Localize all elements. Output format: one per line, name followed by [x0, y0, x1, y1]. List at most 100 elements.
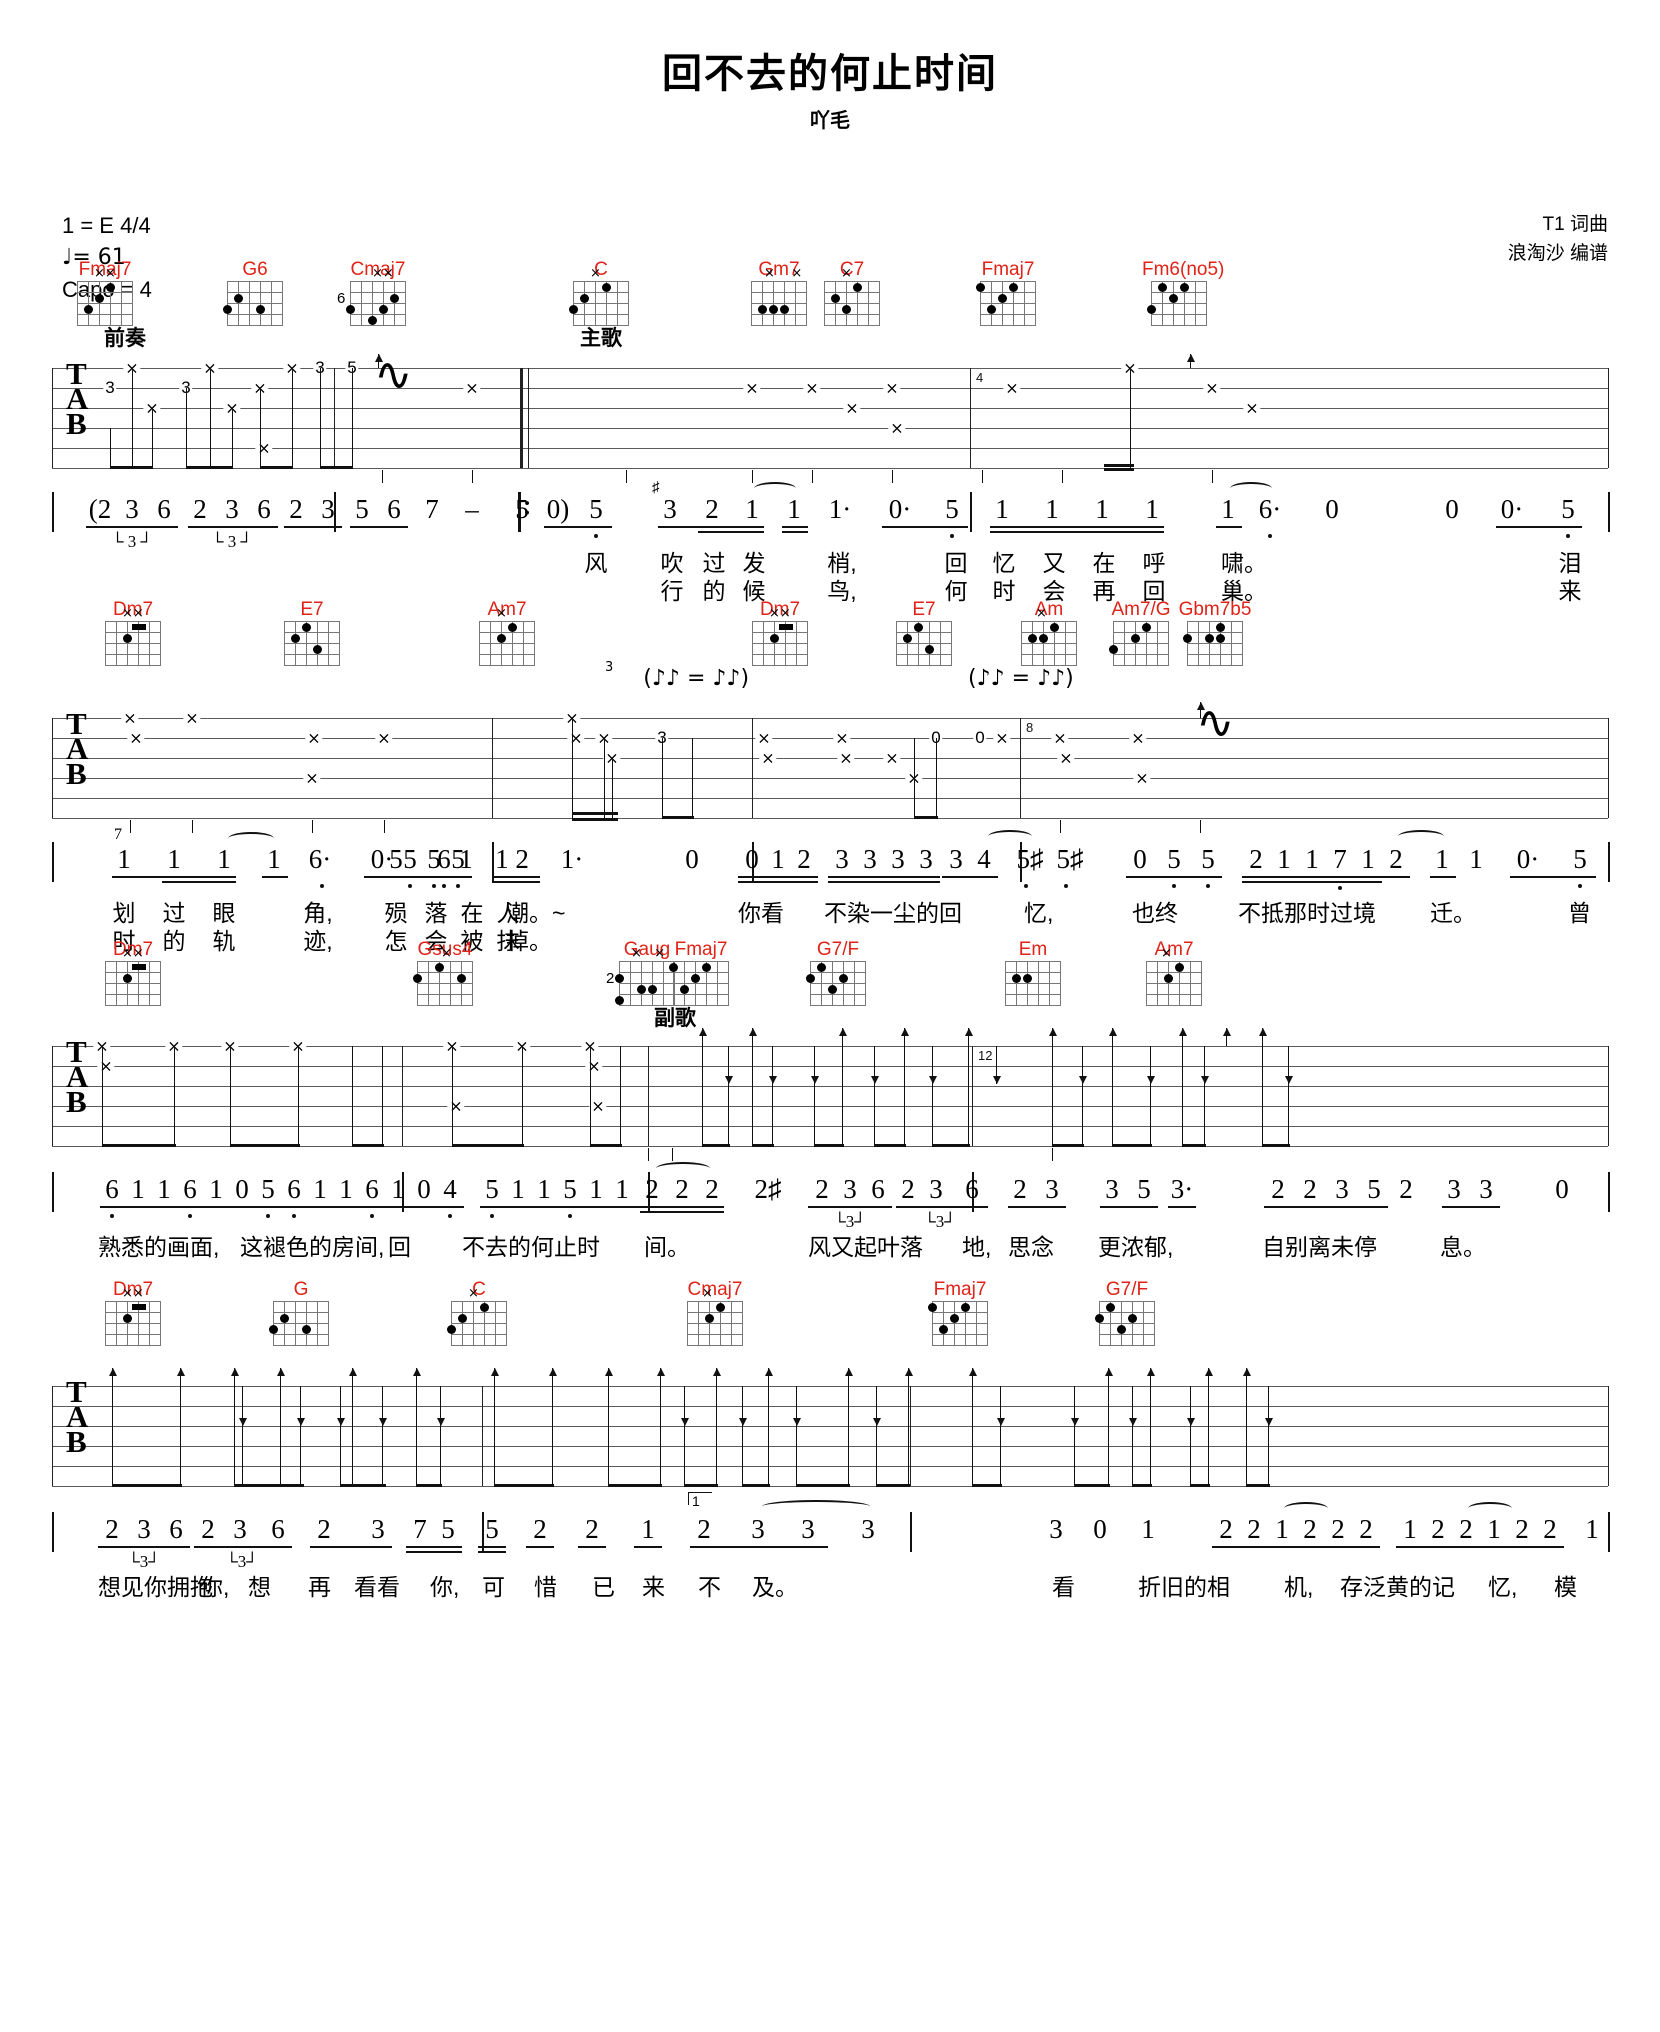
jianpu-note: 6 [105, 1174, 119, 1204]
jianpu-note: 5 [945, 494, 959, 524]
jianpu-note: 4 [443, 1174, 457, 1204]
fretboard-grid [269, 1301, 329, 1346]
jianpu-row-4: 2 3 6 └3┘ 2 3 6 └3┘ 2 3 7 5 5 2 2 1 1 2 … [52, 1492, 1610, 1636]
jianpu-note: 6 [387, 494, 401, 524]
lyric-phrase: 更浓郁, [1098, 1234, 1174, 1260]
fretboard-grid [752, 621, 808, 666]
jianpu-note: 6 [271, 1514, 285, 1544]
fretboard-grid [806, 961, 866, 1006]
jianpu-note: 1 [391, 1174, 405, 1204]
mute-marks: × × [764, 266, 803, 281]
jianpu-note: 7 [425, 494, 439, 524]
jianpu-note: 3 [1479, 1174, 1493, 1204]
jianpu-note: 3· [1170, 1174, 1194, 1204]
jianpu-note: 3 [1045, 1174, 1059, 1204]
chord-diagram-row-4: Dm7 ×× G C × Cmaj7 × Fmaj7 G7/F [0, 1280, 1660, 1386]
chord-label: Fmaj7 [981, 259, 1035, 280]
jianpu-note: 0 [417, 1174, 431, 1204]
strum-up-arrow [1186, 354, 1195, 368]
jianpu-note: 1 [641, 1514, 655, 1544]
jianpu-note: 6 [183, 1174, 197, 1204]
system-4: Dm7 ×× G C × Cmaj7 × Fmaj7 G7/F T A B 2 … [0, 1280, 1660, 1636]
measure-number: 8 [1026, 720, 1034, 735]
fretboard-grid [928, 1301, 988, 1346]
chord-diagram-dm7-4: Dm7 ×× [96, 1280, 170, 1351]
jianpu-note: 5 [1137, 1174, 1151, 1204]
lyric-phrase: 折旧的相 [1138, 1574, 1230, 1600]
lyric-syllable: 迁。 [1430, 900, 1476, 926]
fretboard-grid [1109, 621, 1169, 666]
tab-mute-note: × [1129, 728, 1147, 748]
jianpu-note: 1 [745, 494, 759, 524]
jianpu-note: 1 [459, 844, 473, 874]
lyric-syllable: 风 [584, 550, 608, 576]
tie-slur [754, 482, 796, 495]
jianpu-note: 3 [835, 844, 849, 874]
lyric-phrase: 忆, [1488, 1574, 1518, 1600]
tie-slur [656, 1162, 710, 1175]
jianpu-note: 5 [485, 1174, 499, 1204]
jianpu-note: 2 [289, 494, 303, 524]
triplet-bracket: └3┘ [923, 1212, 957, 1231]
fretboard-grid [751, 281, 807, 326]
fretboard-grid [284, 621, 340, 666]
tab-clef: TAB [66, 706, 89, 791]
measure-number: 4 [976, 370, 984, 385]
chord-diagram-row-2: Dm7 ×× E7 Am7 × Dm7 ×× E7 Am × Am7/G Gbm… [0, 600, 1660, 718]
strum-up-arrow [1258, 1028, 1267, 1046]
lyric-phrase: 模 [1554, 1574, 1577, 1600]
lyric-phrase: 可 [482, 1574, 505, 1600]
lyric-syllable: 落 [424, 900, 448, 926]
strum-up-arrow [374, 354, 383, 368]
jianpu-note: 1 [1487, 1514, 1501, 1544]
strum-up-arrow [748, 1028, 757, 1046]
jianpu-note: 2 [1515, 1514, 1529, 1544]
triplet-bracket: └3┘ [127, 1552, 161, 1571]
strum-up-arrow [1242, 1368, 1251, 1386]
jianpu-note: 1 [131, 1174, 145, 1204]
jianpu-note: 1 [1045, 494, 1059, 524]
chord-label: Fmaj7 [933, 1279, 987, 1300]
chord-label: Am [1034, 599, 1064, 620]
jianpu-note: 1 [167, 844, 181, 874]
measure-number: 12 [978, 1048, 993, 1063]
lyric-syllable: 不染一尘的回 [824, 900, 962, 926]
jianpu-note: 2 [901, 1174, 915, 1204]
tab-mute-note: × [303, 768, 321, 788]
tab-clef: TAB [66, 1374, 89, 1459]
strum-up-arrow [1146, 1368, 1155, 1386]
jianpu-note: 3 [919, 844, 933, 874]
mute-marks: ×× [122, 1286, 144, 1301]
jianpu-note: 2 [1431, 1514, 1445, 1544]
lyric-phrase: 地, [962, 1234, 992, 1260]
fretboard-grid [976, 281, 1036, 326]
jianpu-note: 3 [891, 844, 905, 874]
chord-label: G7/F [816, 939, 860, 960]
section-label-intro: 前奏 [104, 327, 146, 350]
lyric-phrase: 想见你拥抱 [98, 1574, 213, 1600]
chord-diagram-cmaj7-4: Cmaj7 × [678, 1280, 752, 1351]
jianpu-note: 3 [1447, 1174, 1461, 1204]
lyric-phrase: 回 [388, 1234, 411, 1260]
composer-name: 吖毛 [810, 110, 850, 132]
jianpu-note: 5♯ [1016, 844, 1044, 874]
jianpu-note: 2 [1331, 1514, 1345, 1544]
strum-up-arrow [1048, 1028, 1057, 1046]
strum-up-arrow [964, 1028, 973, 1046]
chord-diagram-gm7: Gm7 × × [742, 260, 816, 331]
lyric-phrase: 已 [592, 1574, 615, 1600]
swing-feel-indicator: 3 (♪♪ = ♪♪) [605, 660, 750, 691]
jianpu-note: 0 [745, 844, 759, 874]
lyric-syllable: 过 [162, 900, 186, 926]
jianpu-note: 7 [1333, 844, 1347, 874]
jianpu-note: 2 [1271, 1174, 1285, 1204]
tab-mute-note: × [121, 708, 139, 728]
tab-mute-note: × [447, 1096, 465, 1116]
lyric-phrase: 不去的何止时 [462, 1234, 600, 1260]
tie-slur [1284, 1502, 1328, 1515]
jianpu-note: 5 [1367, 1174, 1381, 1204]
jianpu-note: 3 [1105, 1174, 1119, 1204]
strum-up-arrow [230, 1368, 239, 1386]
tab-mute-note: × [1243, 398, 1261, 418]
tie-slur [1230, 482, 1272, 495]
